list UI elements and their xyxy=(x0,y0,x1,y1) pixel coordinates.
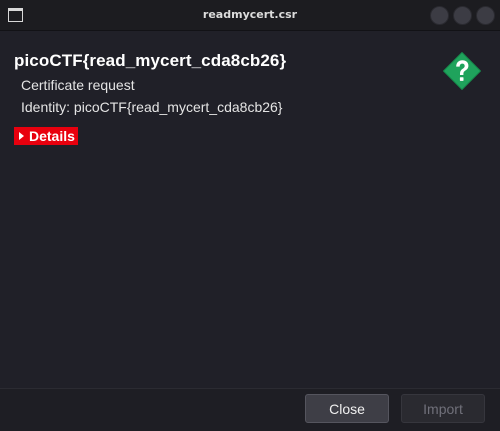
certificate-panel: picoCTF{read_mycert_cda8cb26} Certificat… xyxy=(0,31,500,388)
triangle-right-icon xyxy=(19,132,24,140)
dialog-window: readmycert.csr picoCTF{read_mycert_cda8c… xyxy=(0,0,500,431)
details-label: Details xyxy=(29,128,75,144)
title-bar[interactable]: readmycert.csr xyxy=(0,0,500,31)
details-expander[interactable]: Details xyxy=(14,127,78,145)
minimize-button[interactable] xyxy=(430,6,449,25)
import-button[interactable]: Import xyxy=(401,394,485,423)
close-window-button[interactable] xyxy=(476,6,495,25)
maximize-button[interactable] xyxy=(453,6,472,25)
close-button[interactable]: Close xyxy=(305,394,389,423)
certificate-type: Certificate request xyxy=(21,77,135,93)
button-bar: Close Import xyxy=(0,388,500,431)
question-icon xyxy=(443,52,481,90)
window-title: readmycert.csr xyxy=(202,8,298,21)
certificate-identity: Identity: picoCTF{read_mycert_cda8cb26} xyxy=(21,99,283,115)
certificate-name: picoCTF{read_mycert_cda8cb26} xyxy=(14,51,287,70)
